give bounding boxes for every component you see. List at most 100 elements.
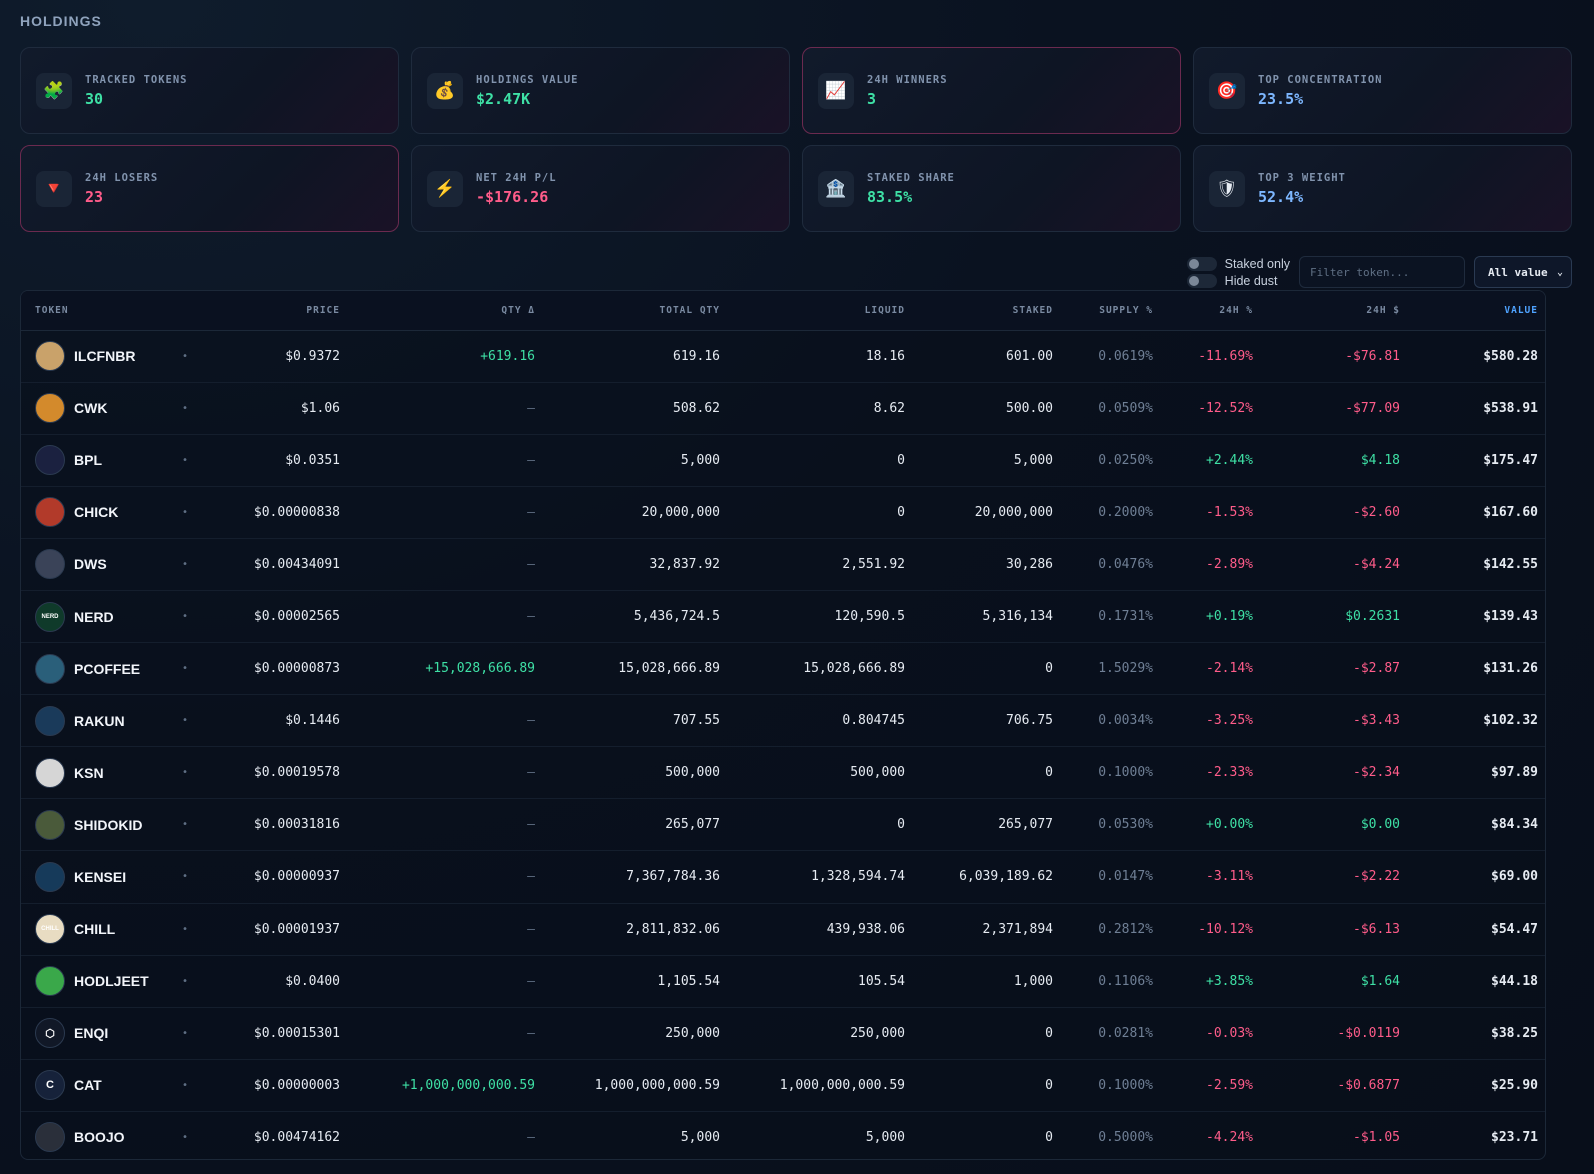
col-24h-pct-header[interactable]: 24H % bbox=[1167, 291, 1267, 331]
col-qty-delta-header[interactable]: QTY Δ bbox=[354, 291, 549, 331]
total-qty-cell: 5,000 bbox=[680, 452, 720, 468]
change-pct-cell: -12.52% bbox=[1198, 400, 1253, 416]
supply-cell: 0.0250% bbox=[1098, 452, 1153, 468]
hide-dust-toggle[interactable]: Hide dust bbox=[1186, 273, 1290, 288]
qty-delta-cell: — bbox=[527, 921, 535, 937]
token-cell[interactable]: BPL bbox=[21, 434, 171, 486]
liquid-cell: 120,590.5 bbox=[834, 609, 905, 625]
token-symbol: PCOFFEE bbox=[74, 660, 141, 677]
table-row[interactable]: ILCFNBR • $0.9372 +619.16 619.16 18.16 601.00 0… bbox=[21, 330, 1545, 383]
value-cell: $167.60 bbox=[1483, 504, 1538, 520]
token-cell[interactable]: DWS bbox=[21, 538, 171, 590]
table-row[interactable]: KENSEI • $0.00000937 — 7,367,784.36 1,328,594… bbox=[21, 851, 1545, 904]
token-cell[interactable]: CWK bbox=[21, 382, 171, 434]
col-price-header[interactable]: PRICE bbox=[199, 291, 354, 331]
table-row[interactable]: CHILL CHILL • $0.00001937 — 2,811,832.06 439,9… bbox=[21, 903, 1545, 956]
staked-only-switch[interactable] bbox=[1186, 256, 1217, 271]
holdings-table: TOKEN PRICE QTY Δ TOTAL QTY LIQUID STAKED SUPP… bbox=[20, 290, 1546, 1160]
table-row[interactable]: SHIDOKID • $0.00031816 — 265,077 0 265,077 0.05… bbox=[21, 799, 1545, 851]
token-cell[interactable]: NERD NERD bbox=[21, 590, 171, 642]
token-avatar bbox=[35, 1122, 65, 1153]
token-avatar bbox=[35, 861, 65, 892]
qty-delta-cell: — bbox=[527, 556, 535, 572]
token-cell[interactable]: C CAT bbox=[21, 1059, 171, 1111]
liquid-cell: 15,028,666.89 bbox=[803, 661, 905, 677]
token-cell[interactable]: KENSEI bbox=[21, 851, 171, 903]
change-pct-cell: -11.69% bbox=[1198, 348, 1253, 364]
staked-cell: 0 bbox=[1045, 1129, 1053, 1145]
liquid-cell: 500,000 bbox=[850, 765, 905, 781]
token-cell[interactable]: ILCFNBR bbox=[21, 330, 171, 382]
table-row[interactable]: BOOJO • $0.00474162 — 5,000 5,000 0 0.5000% -4.2… bbox=[21, 1111, 1545, 1159]
staked-cell: 20,000,000 bbox=[974, 504, 1053, 520]
table-row[interactable]: C CAT • $0.00000003 +1,000,000,000.59 1,000,0… bbox=[21, 1059, 1545, 1112]
token-avatar: ⬡ bbox=[35, 1018, 65, 1049]
token-cell[interactable]: BOOJO bbox=[21, 1111, 171, 1159]
stat-label: HOLDINGS VALUE bbox=[476, 73, 579, 86]
token-cell[interactable]: SHIDOKID bbox=[21, 799, 171, 851]
change-usd-cell: -$2.60 bbox=[1353, 504, 1400, 520]
token-symbol: DWS bbox=[74, 556, 107, 573]
value-cell: $97.89 bbox=[1491, 765, 1538, 781]
price-cell: $1.06 bbox=[300, 400, 340, 416]
change-usd-cell: $0.00 bbox=[1360, 817, 1400, 833]
table-row[interactable]: KSN • $0.00019578 — 500,000 500,000 0 0.1000% -2… bbox=[21, 747, 1545, 799]
col-staked-header[interactable]: STAKED bbox=[919, 291, 1067, 331]
token-cell[interactable]: HODLJEET bbox=[21, 955, 171, 1007]
col-liquid-header[interactable]: LIQUID bbox=[734, 291, 919, 331]
col-24h-usd-header[interactable]: 24H $ bbox=[1267, 291, 1414, 331]
value-cell: $580.28 bbox=[1483, 348, 1538, 364]
qty-delta-cell: — bbox=[527, 765, 535, 781]
supply-cell: 0.0034% bbox=[1098, 713, 1153, 729]
table-row[interactable]: CWK • $1.06 — 508.62 8.62 500.00 0.0509% -12.52%… bbox=[21, 382, 1545, 435]
table-row[interactable]: HODLJEET • $0.0400 — 1,105.54 105.54 1,000 0.11… bbox=[21, 955, 1545, 1008]
table-row[interactable]: BPL • $0.0351 — 5,000 0 5,000 0.0250% +2.44% $4.1… bbox=[21, 434, 1545, 487]
row-marker: • bbox=[181, 767, 189, 779]
token-cell[interactable]: PCOFFEE bbox=[21, 643, 171, 695]
table-row[interactable]: PCOFFEE • $0.00000873 +15,028,666.89 15,028,… bbox=[21, 643, 1545, 695]
col-marker-header[interactable] bbox=[171, 291, 199, 331]
table-row[interactable]: NERD NERD • $0.00002565 — 5,436,724.5 120,590.… bbox=[21, 590, 1545, 643]
table-row[interactable]: RAKUN • $0.1446 — 707.55 0.804745 706.75 0.0034… bbox=[21, 695, 1545, 747]
token-cell[interactable]: CHICK bbox=[21, 486, 171, 538]
token-cell[interactable]: RAKUN bbox=[21, 695, 171, 747]
staked-cell: 1,000 bbox=[1013, 973, 1053, 989]
total-qty-cell: 1,105.54 bbox=[657, 973, 720, 989]
row-marker: • bbox=[181, 1027, 189, 1039]
value-cell: $38.25 bbox=[1491, 1025, 1538, 1041]
table-row[interactable]: DWS • $0.00434091 — 32,837.92 2,551.92 30,286 0… bbox=[21, 538, 1545, 591]
token-cell[interactable]: KSN bbox=[21, 747, 171, 799]
table-row[interactable]: CHICK • $0.00000838 — 20,000,000 0 20,000,000 0… bbox=[21, 486, 1545, 539]
value-filter-select[interactable]: All value ⌄ bbox=[1474, 256, 1572, 288]
change-usd-cell: $4.18 bbox=[1360, 452, 1400, 468]
col-token-header[interactable]: TOKEN bbox=[21, 291, 171, 331]
puzzle-icon: 🧩 bbox=[36, 72, 72, 109]
table-row[interactable]: ⬡ ENQI • $0.00015301 — 250,000 250,000 0 0.0281%… bbox=[21, 1007, 1545, 1060]
supply-cell: 0.1106% bbox=[1098, 973, 1153, 989]
token-cell[interactable]: ⬡ ENQI bbox=[21, 1007, 171, 1059]
stat-card: ⚡ NET 24H P/L -$176.26 bbox=[411, 145, 790, 232]
change-usd-cell: $1.64 bbox=[1360, 973, 1400, 989]
row-marker: • bbox=[181, 558, 189, 570]
stat-value: $2.47K bbox=[476, 89, 531, 108]
stat-value: 23.5% bbox=[1258, 89, 1304, 108]
staked-only-toggle[interactable]: Staked only bbox=[1186, 256, 1290, 271]
hide-dust-switch[interactable] bbox=[1186, 273, 1217, 288]
token-avatar: CHILL bbox=[35, 914, 65, 945]
staked-cell: 0 bbox=[1045, 1077, 1053, 1093]
change-pct-cell: +2.44% bbox=[1206, 452, 1253, 468]
change-usd-cell: -$6.13 bbox=[1353, 921, 1400, 937]
token-cell[interactable]: CHILL CHILL bbox=[21, 903, 171, 955]
token-symbol: KSN bbox=[74, 764, 104, 781]
col-value-header[interactable]: VALUE bbox=[1414, 291, 1545, 331]
row-marker: • bbox=[181, 454, 189, 466]
shield-icon: 🛡 bbox=[1209, 170, 1245, 207]
value-cell: $44.18 bbox=[1491, 973, 1538, 989]
col-total-qty-header[interactable]: TOTAL QTY bbox=[549, 291, 734, 331]
price-cell: $0.9372 bbox=[285, 348, 340, 364]
price-cell: $0.0400 bbox=[285, 973, 340, 989]
stat-card: 🧩 TRACKED TOKENS 30 bbox=[20, 47, 399, 134]
filter-token-input[interactable] bbox=[1299, 256, 1465, 288]
stat-value: 3 bbox=[867, 89, 877, 108]
col-supply-header[interactable]: SUPPLY % bbox=[1067, 291, 1167, 331]
